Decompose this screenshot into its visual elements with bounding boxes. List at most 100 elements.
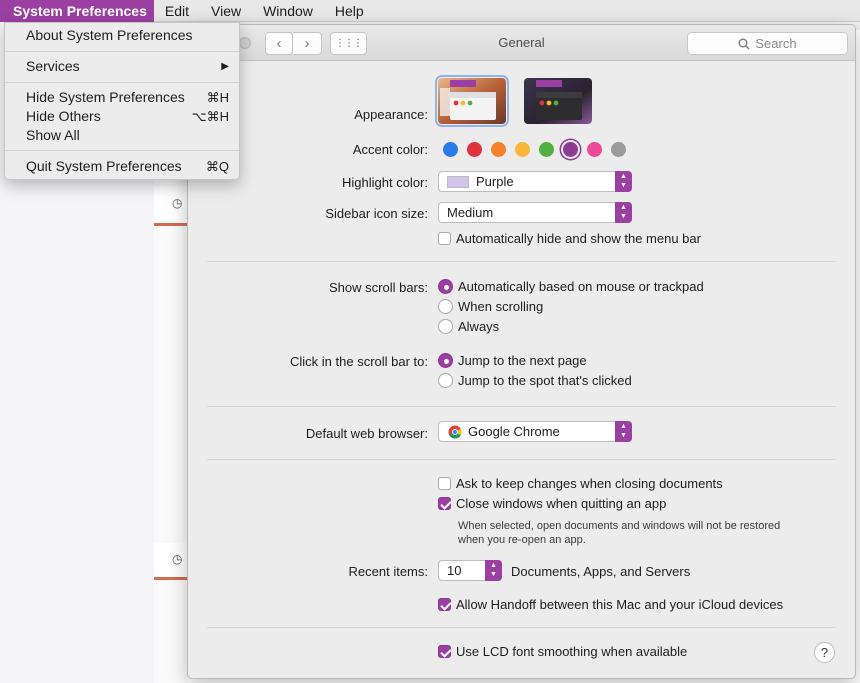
handoff-checkbox[interactable]: Allow Handoff between this Mac and your …	[438, 597, 783, 612]
help-button[interactable]: ?	[814, 642, 835, 663]
scroll-option-when-scrolling[interactable]: When scrolling	[438, 299, 543, 314]
menu-edit[interactable]: Edit	[154, 0, 200, 22]
checkbox[interactable]	[438, 598, 451, 611]
menu-item-show-all[interactable]: Show All	[5, 126, 239, 145]
checkbox[interactable]	[438, 477, 451, 490]
menu-item-services[interactable]: Services ▶	[5, 57, 239, 76]
system-preferences-menu: About System Preferences Services ▶ Hide …	[4, 22, 240, 180]
checkbox-label: Close windows when quitting an app	[456, 496, 667, 511]
menu-item-quit[interactable]: Quit System Preferences ⌘Q	[5, 157, 239, 176]
radio-label: Always	[458, 319, 500, 334]
submenu-arrow-icon: ▶	[221, 61, 229, 72]
radio-button[interactable]	[438, 299, 453, 314]
show-scroll-bars-label: Show scroll bars:	[329, 280, 428, 295]
highlight-swatch	[447, 175, 469, 188]
sidebar-icon-size-label: Sidebar icon size:	[325, 206, 428, 221]
appearance-light-option[interactable]	[435, 75, 509, 127]
window-titlebar: ‹ › ⋮⋮⋮ General Search	[188, 25, 855, 61]
accent-color-swatch[interactable]	[515, 142, 530, 157]
default-browser-popup[interactable]: Google Chrome ▲ ▼	[438, 421, 632, 442]
shortcut-label: ⌥⌘H	[191, 109, 229, 124]
recent-items-value: 10	[447, 563, 462, 578]
menu-window[interactable]: Window	[252, 0, 324, 22]
search-field[interactable]: Search	[687, 32, 848, 55]
click-option-next-page[interactable]: Jump to the next page	[438, 353, 587, 368]
menu-item-label: Hide Others	[26, 108, 101, 124]
checkbox-label: Allow Handoff between this Mac and your …	[456, 597, 784, 612]
accent-color-swatch[interactable]	[539, 142, 554, 157]
sidebar-icon-size-value: Medium	[447, 205, 494, 220]
close-windows-note: When selected, open documents and window…	[458, 519, 838, 547]
separator	[207, 627, 836, 628]
checkbox[interactable]	[438, 497, 451, 510]
radio-label: Automatically based on mouse or trackpad	[458, 279, 704, 294]
click-option-spot-clicked[interactable]: Jump to the spot that's clicked	[438, 373, 632, 388]
radio-button[interactable]	[438, 353, 453, 368]
highlight-color-label: Highlight color:	[342, 175, 428, 190]
popup-arrows-icon: ▲ ▼	[485, 560, 502, 581]
appearance-dark-option[interactable]	[524, 78, 592, 124]
checkbox-label: Automatically hide and show the menu bar	[456, 231, 701, 246]
search-icon	[738, 38, 750, 49]
menu-separator	[5, 51, 239, 52]
menu-item-label: Hide System Preferences	[26, 89, 185, 105]
menu-view[interactable]: View	[200, 0, 252, 22]
background-card: ◷	[154, 543, 188, 580]
separator	[207, 406, 836, 407]
radio-label: Jump to the next page	[458, 353, 587, 368]
radio-button[interactable]	[438, 373, 453, 388]
radio-button[interactable]	[438, 319, 453, 334]
separator	[207, 459, 836, 460]
menu-item-hide-others[interactable]: Hide Others ⌥⌘H	[5, 107, 239, 126]
menu-help[interactable]: Help	[324, 0, 375, 22]
separator	[207, 261, 836, 262]
popup-arrows-icon: ▲ ▼	[615, 171, 632, 192]
radio-label: When scrolling	[458, 299, 544, 314]
light-appearance-thumbnail	[438, 78, 506, 124]
accent-color-swatch[interactable]	[491, 142, 506, 157]
popup-arrows-icon: ▲ ▼	[615, 421, 632, 442]
recent-items-label: Recent items:	[348, 564, 428, 579]
shortcut-label: ⌘H	[206, 90, 229, 105]
search-placeholder: Search	[755, 36, 797, 51]
note-line: When selected, open documents and window…	[458, 520, 781, 532]
menu-item-about[interactable]: About System Preferences	[5, 26, 239, 45]
checkbox[interactable]	[438, 645, 451, 658]
accent-color-swatch[interactable]	[563, 142, 578, 157]
dark-appearance-thumbnail	[524, 78, 592, 124]
menu-system-preferences[interactable]: System Preferences	[0, 0, 154, 22]
menubar-autohide-checkbox[interactable]: Automatically hide and show the menu bar	[438, 231, 701, 246]
accent-color-swatch[interactable]	[443, 142, 458, 157]
radio-button[interactable]	[438, 279, 453, 294]
radio-label: Jump to the spot that's clicked	[458, 373, 632, 388]
sidebar-icon-size-popup[interactable]: Medium ▲ ▼	[438, 202, 632, 223]
scroll-option-always[interactable]: Always	[438, 319, 499, 334]
accent-color-swatch[interactable]	[467, 142, 482, 157]
menu-item-label: About System Preferences	[26, 27, 193, 43]
general-preferences-window: ‹ › ⋮⋮⋮ General Search Appearance: Accen…	[187, 24, 856, 679]
menu-separator	[5, 82, 239, 83]
ask-keep-changes-checkbox[interactable]: Ask to keep changes when closing documen…	[438, 476, 723, 491]
close-windows-checkbox[interactable]: Close windows when quitting an app	[438, 496, 666, 511]
recent-items-popup[interactable]: 10 ▲ ▼	[438, 560, 502, 581]
background-card: ◷	[154, 186, 188, 226]
scroll-option-automatic[interactable]: Automatically based on mouse or trackpad	[438, 279, 704, 294]
highlight-color-popup[interactable]: Purple ▲ ▼	[438, 171, 632, 192]
clock-icon: ◷	[172, 552, 183, 566]
checkbox-label: Ask to keep changes when closing documen…	[456, 476, 723, 491]
accent-color-swatch[interactable]	[587, 142, 602, 157]
menu-separator	[5, 150, 239, 151]
menu-item-label: Services	[26, 58, 80, 74]
default-browser-value: Google Chrome	[468, 424, 560, 439]
recent-items-suffix: Documents, Apps, and Servers	[511, 564, 690, 579]
menu-item-hide[interactable]: Hide System Preferences ⌘H	[5, 88, 239, 107]
recent-items-suffix-text: Documents, Apps, and Servers	[511, 564, 691, 579]
chrome-icon	[448, 425, 462, 438]
menu-bar: System Preferences Edit View Window Help	[0, 0, 860, 22]
lcd-font-smoothing-checkbox[interactable]: Use LCD font smoothing when available	[438, 644, 687, 659]
default-browser-label: Default web browser:	[305, 426, 428, 441]
accent-color-swatch[interactable]	[611, 142, 626, 157]
menu-item-label: Quit System Preferences	[26, 158, 182, 174]
checkbox[interactable]	[438, 232, 451, 245]
clock-icon: ◷	[172, 196, 183, 210]
